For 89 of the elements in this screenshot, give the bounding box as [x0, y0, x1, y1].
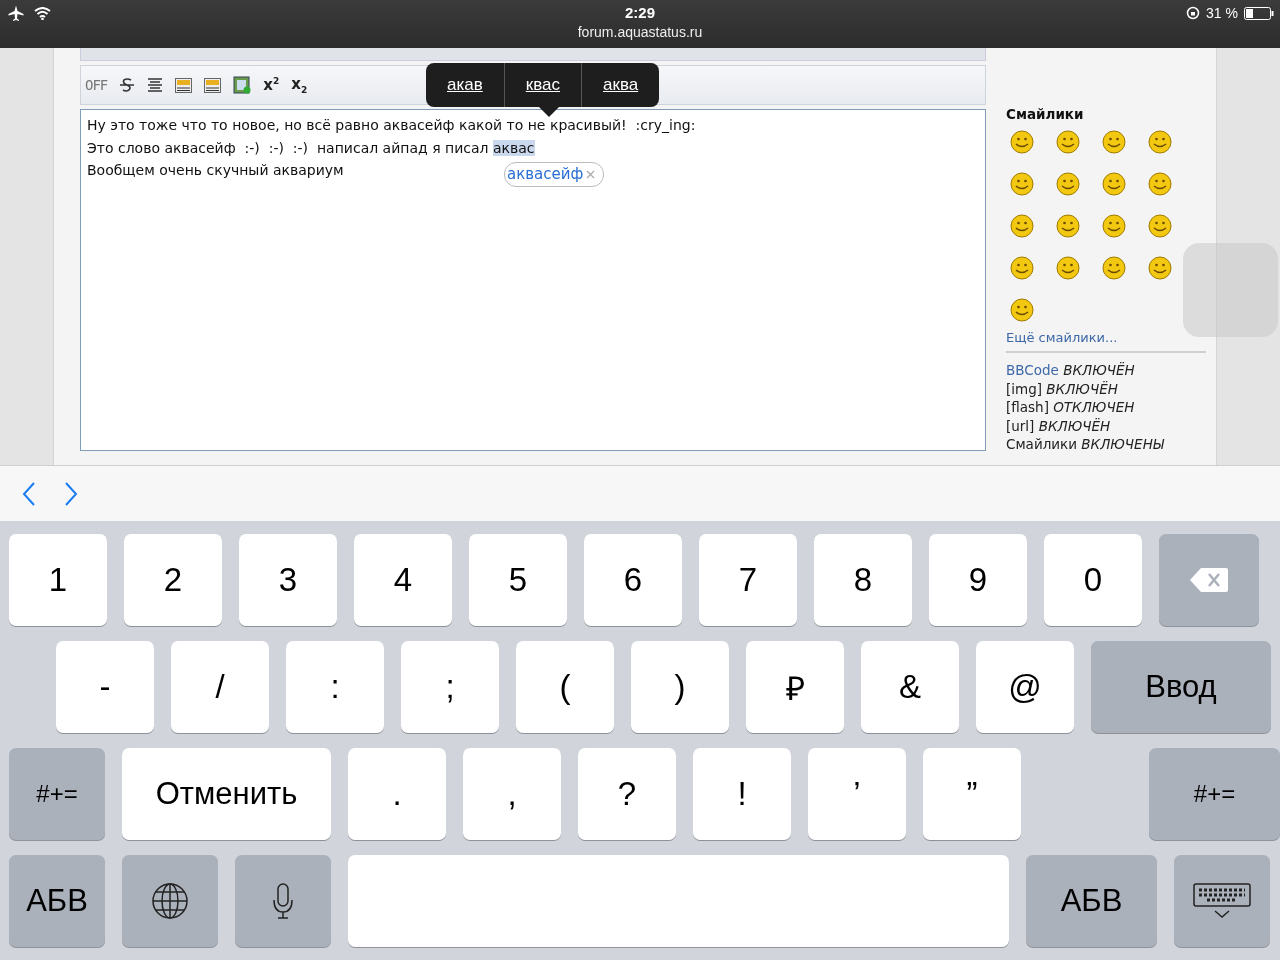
smiley-icon[interactable] — [1009, 296, 1035, 322]
keyboard-icon — [1193, 883, 1251, 919]
key[interactable]: . — [348, 748, 446, 840]
key[interactable]: 6 — [584, 534, 682, 626]
align-icon[interactable] — [147, 78, 164, 92]
key[interactable]: 5 — [469, 534, 567, 626]
smiley-icon[interactable] — [1055, 212, 1081, 238]
key[interactable]: / — [171, 641, 269, 733]
key[interactable]: ’ — [808, 748, 906, 840]
film-icon[interactable] — [233, 76, 252, 94]
key[interactable]: ! — [693, 748, 791, 840]
page-url[interactable]: forum.aquastatus.ru — [577, 24, 703, 40]
symbols-key[interactable]: #+= — [1149, 748, 1280, 840]
undo-key[interactable]: Отменить — [122, 748, 331, 840]
subscript-button[interactable]: x$_{2}$ — [291, 75, 308, 95]
toolbar-off-button[interactable]: OFF — [85, 77, 108, 93]
text-line: Вообщем очень скучный аквариум — [87, 161, 344, 180]
picture-icon[interactable] — [175, 77, 193, 93]
suggestion-button[interactable]: аква — [581, 63, 660, 107]
letters-key[interactable]: АБВ — [1026, 855, 1157, 947]
picture-icon[interactable] — [204, 77, 222, 93]
key[interactable]: ( — [516, 641, 614, 733]
clock-time: 2:29 — [625, 4, 655, 21]
globe-icon — [151, 882, 189, 920]
smiley-icon[interactable] — [1055, 170, 1081, 196]
key[interactable]: & — [861, 641, 959, 733]
symbols-key[interactable]: #+= — [9, 748, 105, 840]
microphone-icon — [273, 883, 293, 919]
text-line: Ну это тоже что то новое, но всё равно аквасейф какой то не красивый! :cry_ing: — [87, 116, 696, 135]
setting-status: [img] ВКЛЮЧЁН — [1006, 379, 1119, 398]
backspace-icon — [1189, 566, 1229, 594]
smiley-icon[interactable] — [1147, 170, 1173, 196]
chevron-left-icon — [22, 480, 36, 507]
suggestion-button[interactable]: акав — [426, 63, 504, 107]
key[interactable]: ) — [631, 641, 729, 733]
smiley-icon[interactable] — [1009, 254, 1035, 280]
key[interactable]: 2 — [124, 534, 222, 626]
superscript-button[interactable]: x$^{2}$ — [263, 76, 280, 94]
smiley-icon[interactable] — [1101, 128, 1127, 154]
key[interactable]: ; — [401, 641, 499, 733]
key[interactable]: , — [463, 748, 561, 840]
more-smilies-link[interactable]: Ещё смайлики... — [1006, 330, 1206, 353]
key[interactable]: 4 — [354, 534, 452, 626]
return-key[interactable]: Ввод — [1091, 641, 1271, 733]
smiley-icon[interactable] — [1009, 128, 1035, 154]
rotation-lock-icon — [1186, 6, 1201, 20]
key[interactable]: ? — [578, 748, 676, 840]
key[interactable]: 7 — [699, 534, 797, 626]
text-line: Это слово аквасейф :-) :-) :-) написал айпад я писал аквас — [87, 138, 535, 158]
setting-status: [flash] ОТКЛЮЧЕН — [1006, 398, 1136, 417]
setting-status: BBCode ВКЛЮЧЁН — [1006, 361, 1136, 380]
key[interactable]: @ — [976, 641, 1074, 733]
letters-key[interactable]: АБВ — [9, 855, 105, 947]
smiley-icon[interactable] — [1009, 212, 1035, 238]
key[interactable]: 9 — [929, 534, 1027, 626]
battery-icon — [1244, 6, 1274, 20]
suggestion-button[interactable]: квас — [503, 63, 581, 107]
smiley-icon[interactable] — [1009, 170, 1035, 196]
battery-percentage: 31 % — [1206, 5, 1238, 21]
smiley-icon[interactable] — [1055, 128, 1081, 154]
key[interactable]: 8 — [814, 534, 912, 626]
key[interactable]: 0 — [1044, 534, 1142, 626]
autocorrect-bubble[interactable]: аквасейф — [504, 162, 605, 187]
globe-key[interactable] — [122, 855, 218, 947]
smiley-icon[interactable] — [1055, 254, 1081, 280]
key[interactable]: - — [56, 641, 154, 733]
key[interactable]: ₽ — [746, 641, 844, 733]
key[interactable]: 3 — [239, 534, 337, 626]
bbcode-link[interactable]: BBCode — [1006, 362, 1059, 378]
message-textarea[interactable]: Ну это тоже что то новое, но всё равно аквасейф какой то не красивый! :cry_ing: Это слово аквасейф :-) :-) :-) написал айпад я писал аквас Вообщем очень скучный аквариум аквасейф — [80, 109, 986, 451]
setting-status: Смайлики ВКЛЮЧЕНЫ — [1006, 435, 1166, 454]
setting-status: [url] ВКЛЮЧЁН — [1006, 416, 1112, 435]
wifi-icon — [34, 6, 51, 20]
smiley-icon[interactable] — [1101, 254, 1127, 280]
smiley-icon[interactable] — [1101, 170, 1127, 196]
previous-field-button[interactable] — [22, 480, 36, 507]
smiley-icon[interactable] — [1101, 212, 1127, 238]
smiley-icon[interactable] — [1147, 212, 1173, 238]
strikethrough-icon[interactable] — [119, 77, 136, 93]
airplane-icon — [8, 5, 24, 21]
hide-keyboard-key[interactable] — [1174, 855, 1270, 947]
next-field-button[interactable] — [64, 480, 78, 507]
key[interactable]: 1 — [9, 534, 107, 626]
key[interactable]: ” — [923, 748, 1021, 840]
smiley-icon[interactable] — [1147, 254, 1173, 280]
chevron-right-icon — [64, 480, 78, 507]
smilies-heading: Смайлики — [1006, 106, 1085, 122]
key[interactable]: : — [286, 641, 384, 733]
smiley-icon[interactable] — [1147, 128, 1173, 154]
